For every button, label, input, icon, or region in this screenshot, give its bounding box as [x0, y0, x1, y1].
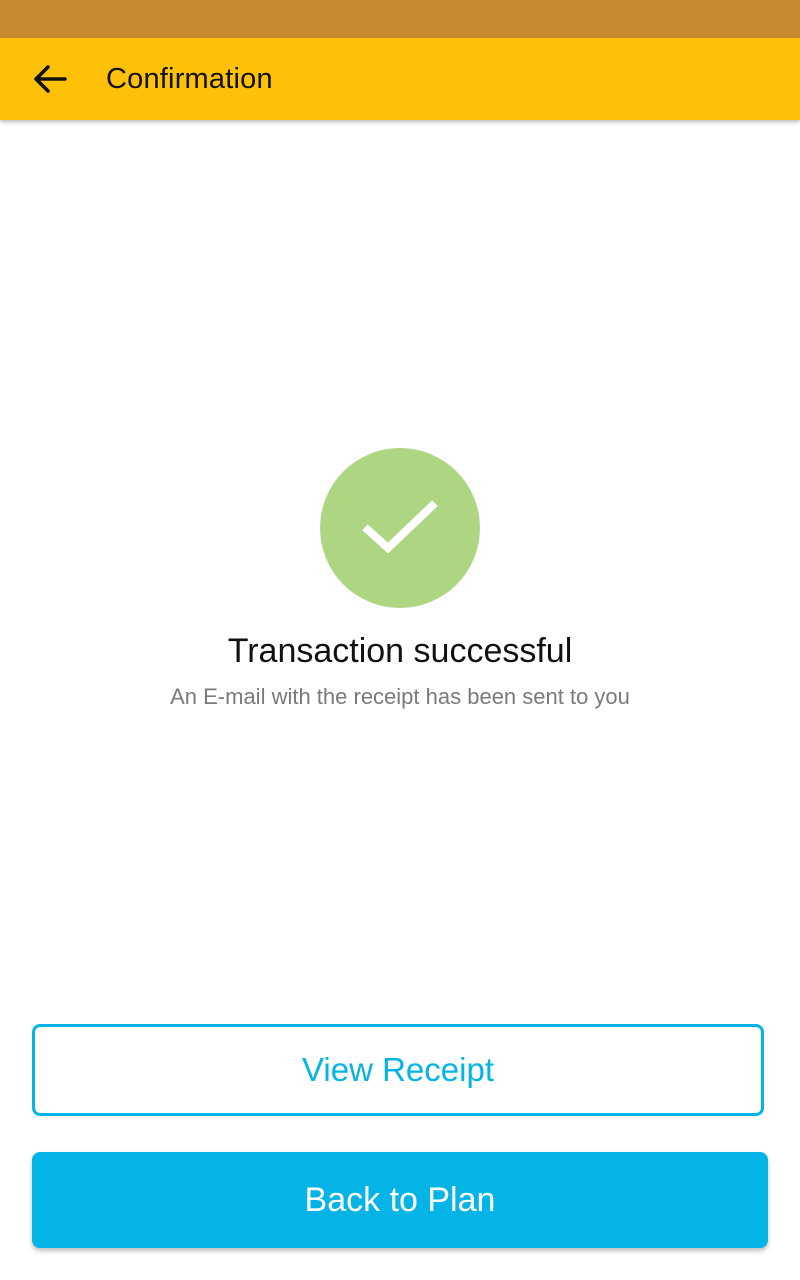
success-title: Transaction successful — [227, 632, 573, 670]
app-bar: Confirmation — [0, 38, 800, 120]
success-subtitle: An E-mail with the receipt has been sent… — [170, 684, 630, 709]
status-bar — [0, 0, 800, 38]
arrow-left-icon — [34, 65, 67, 93]
confirmation-content: Transaction successful An E-mail with th… — [0, 120, 800, 1280]
view-receipt-button[interactable]: View Receipt — [32, 1024, 764, 1116]
check-icon — [362, 500, 438, 554]
back-button[interactable] — [26, 55, 74, 103]
success-badge — [320, 448, 480, 608]
page-title: Confirmation — [106, 62, 273, 95]
back-to-plan-button[interactable]: Back to Plan — [32, 1152, 768, 1248]
